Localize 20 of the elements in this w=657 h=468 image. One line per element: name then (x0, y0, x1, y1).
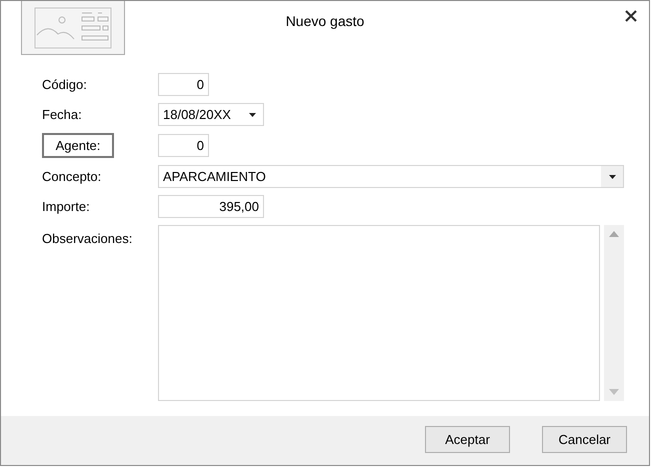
caret-icon (608, 174, 616, 178)
text-area[interactable] (158, 225, 600, 401)
image-placeholder-icon (34, 6, 112, 48)
field-label: Código: (42, 77, 88, 92)
caret-icon (248, 112, 256, 116)
accept-button[interactable]: Aceptar (425, 426, 510, 453)
input-field[interactable]: 395,00 (158, 195, 264, 218)
field-label: Fecha: (42, 107, 83, 122)
agent-button[interactable]: Agente: (42, 133, 114, 158)
close-icon[interactable] (625, 10, 637, 22)
field-label: Concepto: (42, 169, 102, 184)
cancel-button[interactable]: Cancelar (542, 426, 627, 453)
input-field[interactable]: 0 (158, 134, 209, 157)
combo-box[interactable]: APARCAMIENTO (158, 165, 624, 188)
field-label: Importe: (42, 199, 91, 214)
input-field[interactable]: 0 (158, 73, 209, 96)
field-label: Observaciones: (42, 230, 134, 246)
scroll-bar[interactable] (604, 225, 624, 401)
date-field[interactable]: 18/08/20XX (158, 103, 264, 126)
window-title: Nuevo gasto (286, 13, 364, 29)
